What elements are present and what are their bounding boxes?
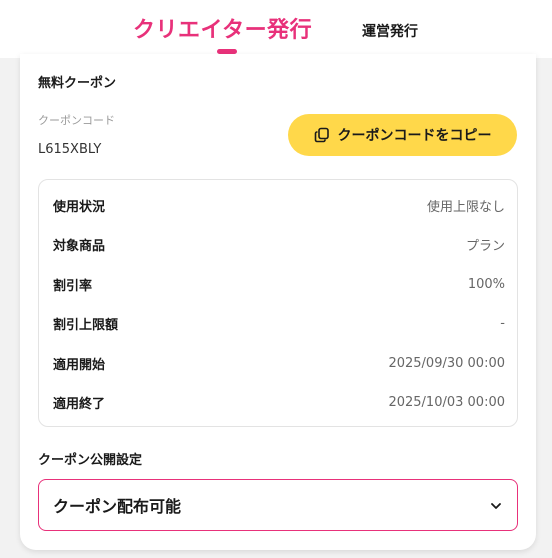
detail-label: 対象商品 [53,238,106,254]
detail-value: プラン [465,238,505,254]
coupon-code-value: L615XBLY [38,142,102,157]
detail-row-discount-cap: 割引上限額 - [53,313,505,333]
detail-label: 適用終了 [53,396,106,412]
detail-label: 割引上限額 [53,317,119,333]
detail-row-start-date: 適用開始 2025/09/30 00:00 [53,353,505,373]
copy-button-label: クーポンコードをコピー [337,128,492,144]
detail-label: 割引率 [53,278,93,294]
visibility-select[interactable]: クーポン配布可能 [38,479,518,531]
detail-row-usage: 使用状況 使用上限なし [53,195,505,215]
detail-value: 2025/09/30 00:00 [388,355,505,371]
coupon-details-box: 使用状況 使用上限なし 対象商品 プラン 割引率 100% 割引上限額 - 適用… [38,179,518,427]
tab-admin-issued[interactable]: 運営発行 [362,21,418,41]
detail-label: 適用開始 [53,357,106,373]
chevron-down-icon [489,498,503,512]
copy-icon [314,127,330,143]
coupon-code-label: クーポンコード [38,114,115,127]
tab-creator-issued[interactable]: クリエイター発行 [133,12,312,44]
detail-row-end-date: 適用終了 2025/10/03 00:00 [53,392,505,412]
visibility-setting-title: クーポン公開設定 [38,453,143,468]
detail-row-target-product: 対象商品 プラン [53,234,505,254]
detail-value: 100% [467,276,505,292]
coupon-title: 無料クーポン [38,76,117,91]
copy-coupon-code-button[interactable]: クーポンコードをコピー [288,114,517,156]
detail-row-discount-rate: 割引率 100% [53,274,505,294]
detail-label: 使用状況 [53,199,106,215]
detail-value: - [500,315,505,331]
tab-bar: クリエイター発行 運営発行 [0,0,552,58]
visibility-selected-value: クーポン配布可能 [53,497,182,516]
detail-value: 2025/10/03 00:00 [388,394,505,410]
detail-value: 使用上限なし [426,199,505,215]
